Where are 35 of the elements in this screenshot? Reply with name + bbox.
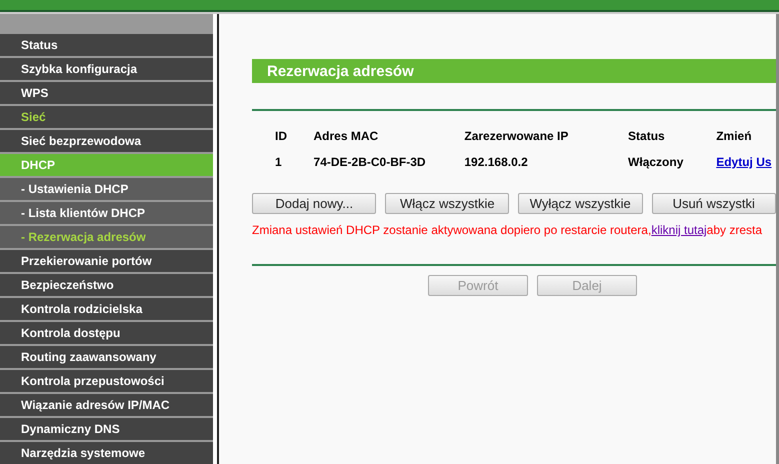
column-header: Status — [628, 128, 666, 145]
menu-item[interactable]: Status — [0, 34, 213, 58]
menu-item[interactable]: Kontrola rodzicielska — [0, 298, 213, 322]
column-header: Zmień — [716, 128, 753, 145]
table-cell: Włączony — [628, 149, 716, 175]
column-header: ID — [252, 123, 314, 149]
restart-notice: Zmiana ustawień DHCP zostanie aktywowana dopiero po restarcie routera,kliknij tutajaby zresta — [252, 223, 764, 237]
action-button[interactable]: Włącz wszystkie — [385, 193, 510, 214]
section-title: Rezerwacja adresów — [252, 59, 776, 83]
menu-item[interactable]: Szybka konfiguracja — [0, 58, 213, 82]
action-button[interactable]: Wyłącz wszystkie — [518, 193, 642, 214]
menu-item[interactable]: Routing zaawansowany — [0, 346, 213, 370]
menu-item[interactable]: Sieć — [0, 106, 213, 130]
menu-item[interactable]: Przekierowanie portów — [0, 250, 213, 274]
menu-item[interactable]: WPS — [0, 82, 213, 106]
edit-link[interactable]: Edytuj — [716, 155, 753, 169]
menu-item[interactable]: Bezpieczeństwo — [0, 274, 213, 298]
menu-item[interactable]: Kontrola przepustowości — [0, 370, 213, 394]
submenu-item[interactable]: - Lista klientów DHCP — [0, 202, 213, 226]
table-cell-text: 74-DE-2B-C0-BF-3D — [314, 154, 427, 171]
table-cell: 192.168.0.2 — [464, 149, 628, 175]
action-button[interactable]: Usuń wszystki — [652, 193, 776, 214]
menu-item[interactable]: Narzędzia systemowe — [0, 442, 213, 464]
menu-item[interactable]: Dynamiczny DNS — [0, 418, 213, 442]
menu-item[interactable]: Wiązanie adresów IP/MAC — [0, 394, 213, 418]
table-cell-text: 1 — [274, 154, 283, 171]
column-header: Adres MAC — [314, 123, 464, 149]
menu-item[interactable]: Sieć bezprzewodowa — [0, 130, 213, 154]
menu-item[interactable]: Kontrola dostępu — [0, 322, 213, 346]
delete-link[interactable]: Us — [756, 155, 772, 169]
submenu-item[interactable]: - Ustawienia DHCP — [0, 178, 213, 202]
restart-link[interactable]: kliknij tutaj — [651, 223, 707, 237]
action-button[interactable]: Dodaj nowy... — [252, 193, 376, 214]
submenu-item[interactable]: - Rezerwacja adresów — [0, 226, 213, 250]
column-header: Zarezerwowane IP — [464, 123, 628, 149]
